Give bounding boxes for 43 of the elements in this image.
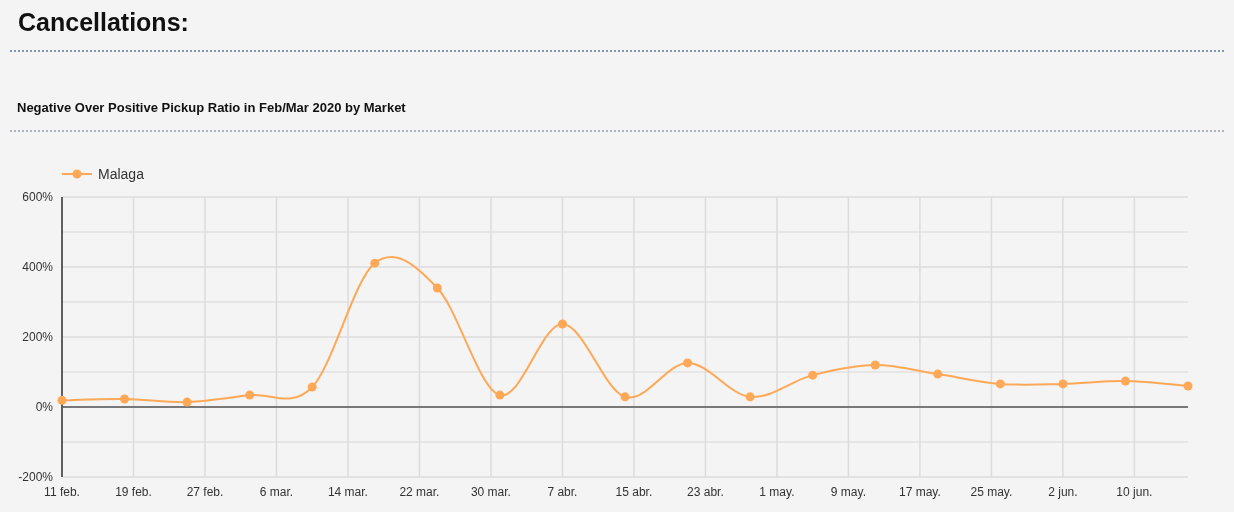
x-tick-label: 15 abr.	[615, 485, 653, 499]
data-point	[995, 379, 1005, 389]
legend-label: Malaga	[98, 166, 144, 182]
x-tick-label: 11 feb.	[44, 485, 80, 499]
y-tick-label: 400%	[22, 260, 53, 274]
data-point	[683, 358, 693, 368]
data-point	[432, 283, 442, 293]
data-point	[870, 360, 880, 370]
x-tick-label: 23 abr.	[687, 485, 724, 499]
x-tick-label: 7 abr.	[547, 485, 578, 499]
data-point	[1120, 376, 1130, 386]
y-tick-label: 200%	[22, 330, 53, 344]
data-point	[307, 382, 317, 392]
data-point	[120, 394, 130, 404]
x-tick-label: 10 jun.	[1116, 485, 1153, 499]
data-point	[557, 319, 567, 329]
data-point	[245, 390, 255, 400]
x-tick-label: 19 feb.	[115, 485, 152, 499]
data-point	[182, 397, 192, 407]
x-tick-label: 17 may.	[899, 485, 941, 499]
y-tick-label: -200%	[18, 470, 53, 484]
data-point	[933, 369, 943, 379]
data-point	[808, 370, 818, 380]
chart-title: Negative Over Positive Pickup Ratio in Feb/Mar 2020 by Market	[16, 99, 407, 117]
x-tick-label: 27 feb.	[186, 485, 224, 499]
data-point	[57, 395, 67, 405]
data-point	[370, 258, 380, 268]
page-heading: Cancellations:	[17, 7, 190, 38]
y-tick-label: 0%	[35, 400, 53, 414]
x-tick-label: 25 may.	[970, 485, 1013, 499]
data-point	[745, 392, 755, 402]
x-tick-label: 9 may.	[830, 485, 866, 499]
data-point	[1058, 379, 1068, 389]
x-tick-label: 6 mar.	[259, 485, 294, 499]
x-tick-label: 30 mar.	[470, 485, 511, 499]
data-point	[620, 392, 630, 402]
x-tick-label: 2 jun.	[1048, 485, 1078, 499]
y-tick-label: 600%	[22, 190, 53, 204]
x-tick-label: 22 mar.	[399, 485, 440, 499]
x-tick-label: 1 may.	[759, 485, 795, 499]
x-tick-label: 14 mar.	[327, 485, 368, 499]
data-point	[1183, 381, 1193, 391]
data-point	[495, 390, 505, 400]
